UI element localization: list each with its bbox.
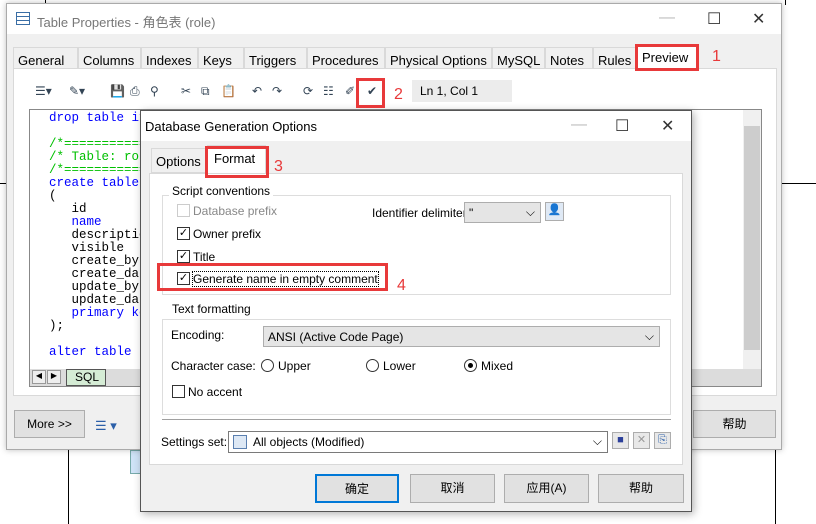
settings-set-label: Settings set: (161, 435, 228, 449)
maximize-button[interactable]: ☐ (707, 9, 721, 29)
diagram-line (68, 450, 69, 524)
annotation-box-2 (356, 78, 385, 108)
minimize-button[interactable]: — (659, 9, 675, 27)
apply-button[interactable]: 应用(A) (504, 474, 589, 503)
annotation-3: 3 (274, 158, 283, 175)
scroll-right-button[interactable]: ▶ (47, 370, 61, 384)
separator (162, 419, 671, 420)
checkbox-label-0: Database prefix (193, 204, 278, 218)
settings-set-select[interactable]: All objects (Modified) ⌵ (228, 431, 608, 453)
character-case-label: Character case: (171, 359, 256, 373)
list-icon[interactable]: ☷ (323, 83, 334, 99)
dialog-close-button[interactable]: ✕ (661, 116, 674, 136)
radio-upper[interactable] (261, 359, 274, 372)
code-line: alter table r (49, 345, 147, 359)
settings-set-value: All objects (Modified) (253, 435, 365, 449)
close-button[interactable]: ✕ (752, 9, 765, 29)
vertical-scrollbar[interactable] (743, 110, 761, 370)
checkbox-label-2: Title (193, 250, 216, 264)
no-accent-label: No accent (188, 385, 243, 399)
save-settings-icon[interactable]: ■ (612, 432, 629, 449)
script-conventions-label: Script conventions (169, 184, 274, 198)
encoding-select[interactable]: ANSI (Active Code Page) ⌵ (263, 326, 660, 347)
checkbox-2[interactable]: ✓ (177, 250, 190, 263)
checkbox-label-1: Owner prefix (193, 227, 262, 241)
scroll-left-button[interactable]: ◀ (32, 370, 46, 384)
text-formatting-label: Text formatting (169, 302, 254, 316)
copy-icon[interactable]: ⧉ (201, 83, 210, 99)
dialog-help-button[interactable]: 帮助 (598, 474, 684, 503)
dialog-maximize-button[interactable]: ☐ (615, 116, 629, 136)
diagram-line (785, 0, 786, 5)
cancel-button[interactable]: 取消 (410, 474, 495, 503)
radio-mixed[interactable] (464, 359, 477, 372)
sheet-tab-sql[interactable]: SQL (66, 369, 106, 386)
code-line: create table (49, 176, 147, 190)
paste-icon[interactable]: 📋 (221, 83, 236, 99)
help-button[interactable]: 帮助 (693, 410, 776, 438)
annotation-4: 4 (397, 277, 406, 294)
dialog-title-bar: Database Generation Options — ☐ ✕ (141, 111, 691, 141)
radio-label-mixed: Mixed (481, 359, 514, 373)
annotation-1: 1 (712, 48, 721, 65)
code-line: drop table if (49, 111, 147, 125)
list-icon (233, 435, 247, 449)
identifier-delimiter-value: " (469, 206, 474, 220)
edit-preview-icon[interactable]: ✐ (345, 83, 355, 99)
checkbox-0[interactable] (177, 204, 190, 217)
identifier-delimiter-select[interactable]: " ⌵ (464, 202, 541, 223)
radio-lower[interactable] (366, 359, 379, 372)
save-icon[interactable]: 💾 (110, 83, 125, 99)
annotation-box-4 (157, 263, 388, 291)
diagram-line (775, 450, 776, 524)
user-icon[interactable]: 👤 (545, 202, 564, 221)
code-line: ); (49, 319, 65, 333)
identifier-delimiter-label: Identifier delimiter: (372, 206, 471, 220)
new-settings-icon[interactable]: ⎘ (654, 432, 671, 449)
dialog-title: Database Generation Options (145, 119, 317, 134)
redo-icon[interactable]: ↷ (272, 83, 282, 99)
encoding-value: ANSI (Active Code Page) (268, 330, 404, 344)
checkbox-1[interactable]: ✓ (177, 227, 190, 240)
annotation-box-1 (635, 44, 699, 71)
radio-label-lower: Lower (383, 359, 416, 373)
print-icon[interactable]: ⎙ (130, 83, 140, 99)
table-icon (16, 12, 30, 25)
diagram-line (782, 183, 816, 184)
find-icon[interactable]: ⚲ (150, 83, 159, 99)
ok-button[interactable]: 确定 (315, 474, 399, 503)
undo-icon[interactable]: ↶ (252, 83, 262, 99)
cut-icon[interactable]: ✂ (181, 83, 191, 99)
annotation-2: 2 (394, 86, 403, 103)
dialog-minimize-button[interactable]: — (571, 116, 587, 134)
encoding-label: Encoding: (171, 328, 225, 342)
title-bar: Table Properties - 角色表 (role) — ☐ ✕ (7, 4, 781, 34)
cursor-position: Ln 1, Col 1 (412, 80, 512, 102)
window-title: Table Properties - 角色表 (role) (37, 15, 216, 30)
tab-options[interactable]: Options (151, 148, 207, 173)
annotation-box-3 (205, 146, 269, 178)
format-icon[interactable]: ☰▾ (35, 83, 52, 99)
refresh-icon[interactable]: ⟳ (303, 83, 313, 99)
radio-label-upper: Upper (278, 359, 311, 373)
edit-icon[interactable]: ✎▾ (69, 83, 85, 99)
print-options-icon[interactable]: ☰ ▾ (95, 418, 117, 434)
delete-settings-icon[interactable]: ✕ (633, 432, 650, 449)
no-accent-checkbox[interactable] (172, 385, 185, 398)
more-button[interactable]: More >> (14, 410, 85, 438)
